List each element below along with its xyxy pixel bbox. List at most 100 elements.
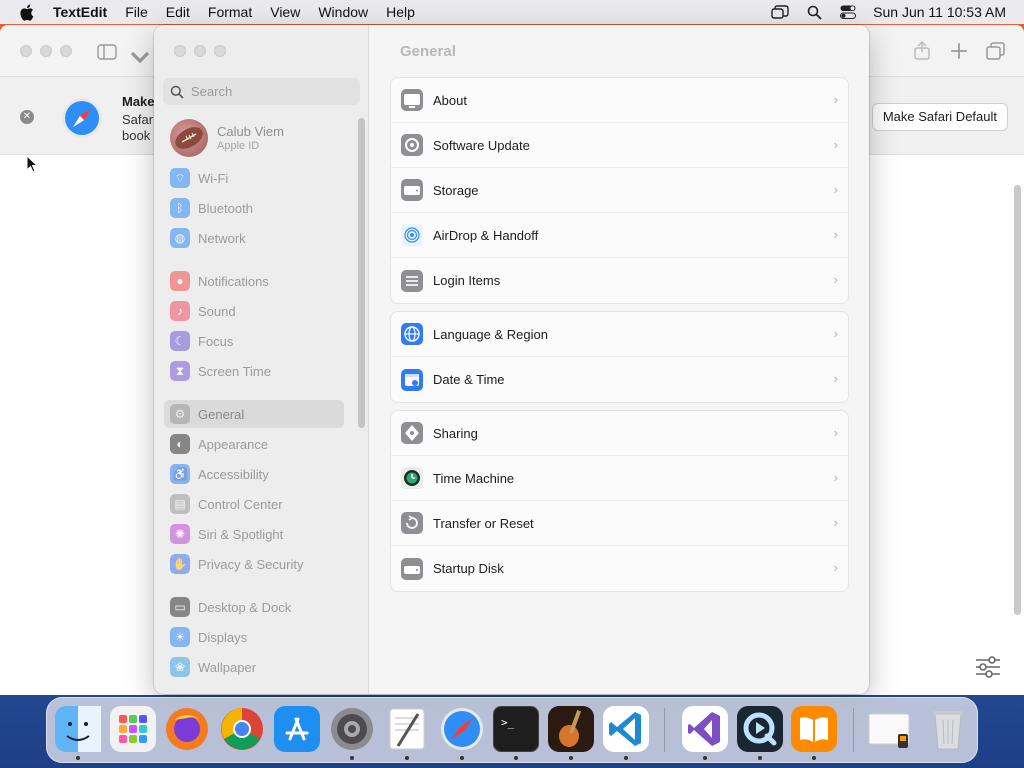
launchpad-icon	[110, 706, 156, 752]
screen-time-icon: ⧗	[170, 361, 190, 381]
close-button[interactable]	[174, 45, 186, 57]
dock-garageband-icon[interactable]	[548, 706, 594, 752]
sidebar-item-notifications[interactable]: ● Notifications	[164, 267, 344, 295]
siri-icon: ✺	[170, 524, 190, 544]
chrome-icon	[221, 708, 263, 750]
menu-file[interactable]: File	[125, 4, 148, 20]
startup-disk-icon	[401, 557, 423, 580]
dock-trash-icon[interactable]	[925, 706, 971, 752]
settings-row-label: About	[433, 92, 467, 108]
close-button[interactable]	[20, 45, 32, 57]
notifications-icon: ●	[170, 271, 190, 291]
dock-quicktime-icon[interactable]	[737, 706, 783, 752]
sidebar-item-accessibility[interactable]: ♿ Accessibility	[164, 460, 344, 488]
settings-row-label: Login Items	[433, 273, 501, 288]
sidebar-item-label: Siri & Spotlight	[198, 526, 284, 542]
time-machine-icon	[401, 467, 423, 489]
sidebar-item-general[interactable]: ⚙ General	[164, 400, 344, 428]
make-safari-default-button[interactable]: Make Safari Default	[871, 103, 1008, 131]
dock-visual-studio-icon[interactable]	[682, 706, 728, 752]
spotlight-search-icon[interactable]	[805, 4, 823, 20]
sliders-icon[interactable]	[974, 655, 1002, 679]
dock-app-store-icon[interactable]	[274, 706, 320, 752]
control-center-icon[interactable]	[839, 4, 857, 20]
settings-row-storage[interactable]: Storage ›	[391, 168, 848, 213]
settings-row-startup-disk[interactable]: Startup Disk ›	[391, 546, 848, 591]
vertical-scrollbar[interactable]	[1014, 185, 1021, 615]
login-items-icon	[401, 269, 423, 292]
sidebar-item-wi-fi[interactable]: ⌔ Wi-Fi	[164, 164, 344, 192]
sidebar-item-screen-time[interactable]: ⧗ Screen Time	[164, 357, 344, 385]
sidebar-item-sound[interactable]: ♪ Sound	[164, 297, 344, 325]
chevron-down-icon[interactable]	[130, 47, 150, 67]
system-settings-icon	[331, 708, 373, 750]
sidebar-item-control-center[interactable]: ▤ Control Center	[164, 490, 344, 518]
sidebar-item-bluetooth[interactable]: ᛒ Bluetooth	[164, 194, 344, 222]
appearance-icon: ◐	[170, 434, 190, 454]
zoom-button[interactable]	[214, 45, 226, 57]
menu-view[interactable]: View	[270, 4, 300, 20]
menu-edit[interactable]: Edit	[166, 4, 190, 20]
running-indicator	[703, 756, 707, 760]
apple-id-profile[interactable]: Calub Viem Apple ID	[170, 119, 284, 157]
sidebar-item-focus[interactable]: ☾ Focus	[164, 327, 344, 355]
search-input[interactable]: Search	[163, 78, 360, 105]
tab-overview-icon[interactable]	[986, 41, 1006, 61]
dock-chrome-icon[interactable]	[219, 706, 265, 752]
stage-manager-icon[interactable]	[771, 4, 789, 20]
menu-app-name[interactable]: TextEdit	[53, 4, 107, 20]
sidebar-item-privacy-security[interactable]: ✋ Privacy & Security	[164, 550, 344, 578]
dock-safari-icon[interactable]	[439, 706, 485, 752]
settings-row-time-machine[interactable]: Time Machine ›	[391, 456, 848, 501]
network-icon: ◍	[170, 228, 190, 248]
share-icon[interactable]	[912, 40, 932, 60]
settings-row-label: Startup Disk	[433, 561, 504, 576]
new-tab-icon[interactable]	[949, 41, 969, 61]
sidebar-item-label: Network	[198, 230, 246, 246]
dock-books-icon[interactable]	[791, 706, 837, 752]
apple-menu-icon[interactable]	[19, 3, 35, 21]
dock-finder-icon[interactable]	[55, 706, 101, 752]
wallpaper-icon: ❀	[170, 657, 190, 677]
menu-format[interactable]: Format	[208, 4, 252, 20]
dock-textedit-icon[interactable]	[384, 706, 430, 752]
dock-preview-icon[interactable]	[866, 706, 912, 752]
settings-row-airdrop-handoff[interactable]: AirDrop & Handoff ›	[391, 213, 848, 258]
settings-row-label: AirDrop & Handoff	[433, 227, 539, 243]
settings-row-sharing[interactable]: Sharing ›	[391, 411, 848, 456]
zoom-button[interactable]	[60, 45, 72, 57]
sidebar-item-label: Focus	[198, 333, 234, 349]
safari-icon	[62, 98, 102, 138]
date-time-icon	[401, 368, 423, 391]
dock-firefox-icon[interactable]	[164, 706, 210, 752]
menu-window[interactable]: Window	[318, 4, 368, 20]
settings-group: Sharing › Time Machine › Transfer or Reset › S…	[390, 410, 849, 592]
dock-system-settings-icon[interactable]	[329, 706, 375, 752]
sidebar-toggle-icon[interactable]	[97, 42, 117, 62]
settings-row-about[interactable]: About ›	[391, 78, 848, 123]
minimize-button[interactable]	[194, 45, 206, 57]
settings-row-transfer-or-reset[interactable]: Transfer or Reset ›	[391, 501, 848, 546]
sidebar-item-wallpaper[interactable]: ❀ Wallpaper	[164, 653, 344, 681]
settings-row-language-region[interactable]: Language & Region ›	[391, 312, 848, 357]
settings-row-date-time[interactable]: Date & Time ›	[391, 357, 848, 402]
sidebar-item-siri-spotlight[interactable]: ✺ Siri & Spotlight	[164, 520, 344, 548]
menu-help[interactable]: Help	[386, 4, 415, 20]
settings-row-login-items[interactable]: Login Items ›	[391, 258, 848, 303]
banner-close-icon[interactable]: ✕	[20, 110, 34, 124]
settings-row-label: Sharing	[433, 425, 478, 441]
sidebar-item-desktop-dock[interactable]: ▭ Desktop & Dock	[164, 593, 344, 621]
sidebar-scrollbar[interactable]	[358, 118, 365, 428]
sidebar-item-appearance[interactable]: ◐ Appearance	[164, 430, 344, 458]
sidebar-item-network[interactable]: ◍ Network	[164, 224, 344, 252]
minimize-button[interactable]	[40, 45, 52, 57]
safari-icon	[441, 708, 483, 750]
settings-row-software-update[interactable]: Software Update ›	[391, 123, 848, 168]
dock-terminal-icon[interactable]: >_	[493, 706, 539, 752]
dock-launchpad-icon[interactable]	[110, 706, 156, 752]
dock-vscode-icon[interactable]	[603, 706, 649, 752]
software-update-icon	[401, 134, 423, 156]
sidebar-item-displays[interactable]: ☀ Displays	[164, 623, 344, 651]
sidebar-item-label: Wallpaper	[198, 659, 257, 675]
menubar-clock[interactable]: Sun Jun 11 10:53 AM	[873, 4, 1006, 20]
